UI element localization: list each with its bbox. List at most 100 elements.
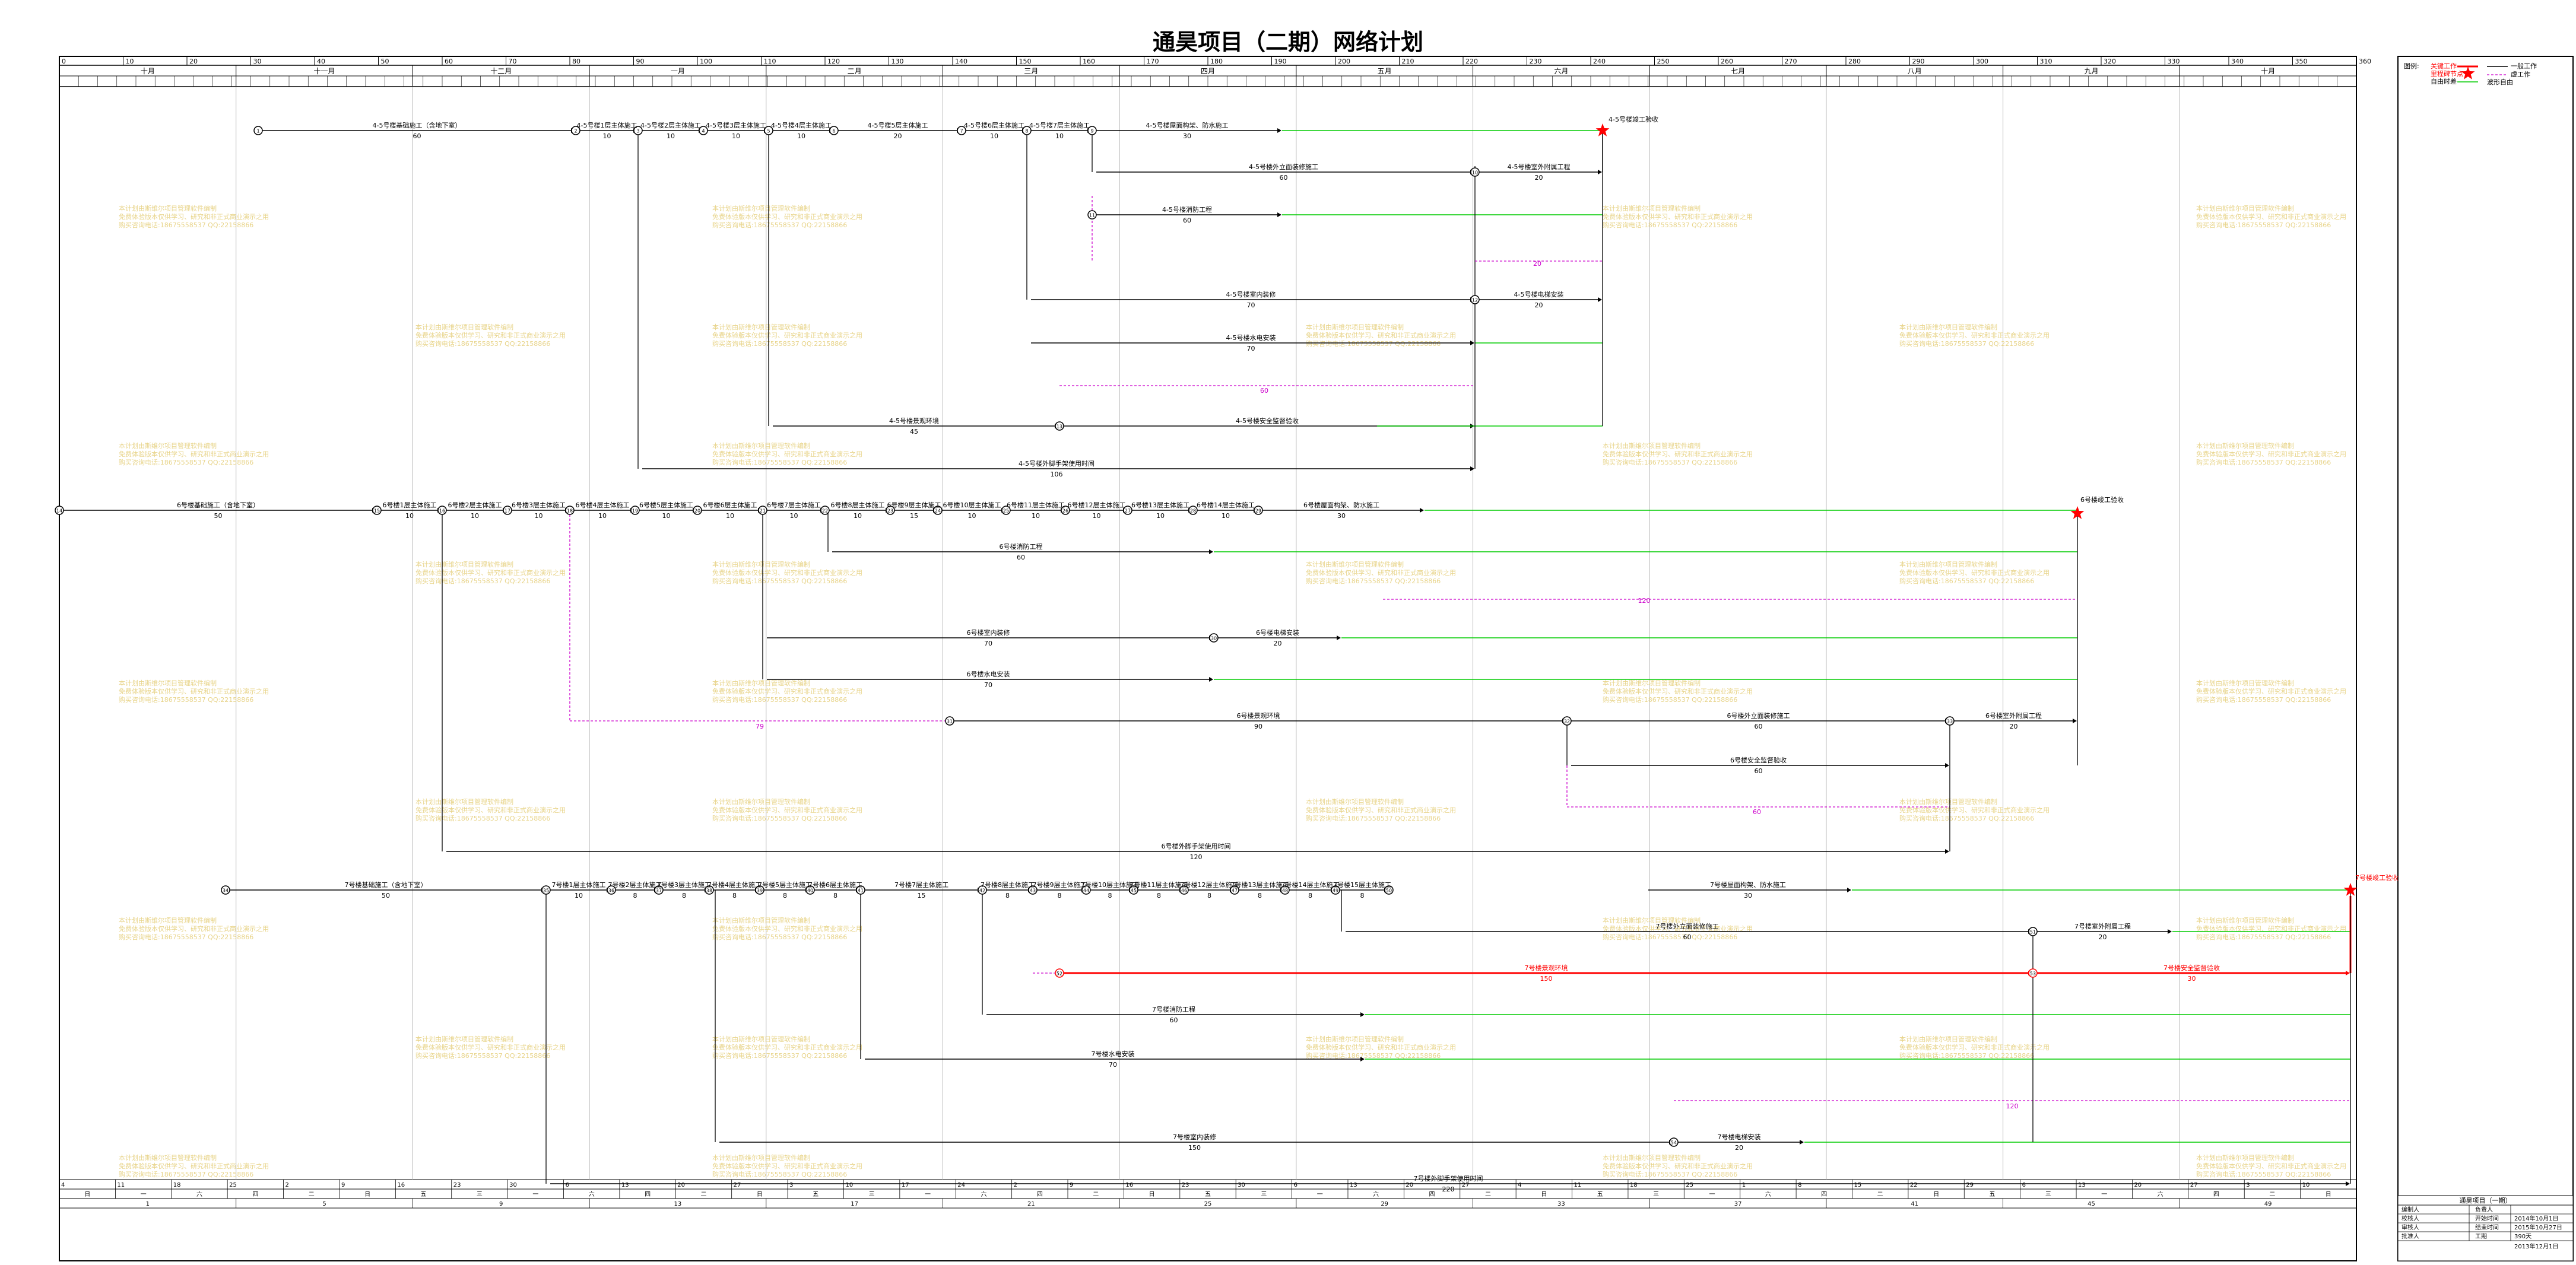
watermark-text: 本计划由斯维尔项目管理软件编制 <box>712 916 810 924</box>
weekday-label: 四 <box>1429 1191 1435 1198</box>
event-node-number: 29 <box>1255 508 1261 514</box>
activity-label: 4-5号楼4层主体施工 <box>771 121 832 129</box>
watermark-text: 购买咨询电话:18675558537 QQ:22158866 <box>415 1051 550 1060</box>
activity-label: 4-5号楼3层主体施工 <box>706 121 766 129</box>
activity-label: 4-5号楼屋面构架、防水施工 <box>1146 121 1229 129</box>
virtual-duration: 60 <box>1260 387 1268 395</box>
activity-label: 7号楼电梯安装 <box>1718 1133 1761 1141</box>
watermark-text: 免费体验版本仅供学习、研究和非正式商业演示之用 <box>1603 450 1753 458</box>
top-tick-label: 240 <box>1593 58 1606 65</box>
activity-label: 6号楼8层主体施工 <box>831 501 885 509</box>
activity-label: 4-5号楼外立面装修施工 <box>1249 163 1318 171</box>
watermark-text: 免费体验版本仅供学习、研究和非正式商业演示之用 <box>712 212 862 221</box>
arrow-head <box>2168 929 2172 934</box>
info-start: 2014年10月1日 <box>2514 1215 2559 1222</box>
bottom-tick-label: 8 <box>1798 1182 1801 1188</box>
weekday-label: 日 <box>2326 1191 2331 1198</box>
activity-duration: 10 <box>1222 512 1230 520</box>
watermark-text: 免费体验版本仅供学习、研究和非正式商业演示之用 <box>712 687 862 695</box>
activity-label: 6号楼景观环境 <box>1237 711 1280 720</box>
activity-duration: 70 <box>984 640 992 647</box>
milestone-label: 4-5号楼竣工验收 <box>1609 115 1658 123</box>
activity-label: 6号楼6层主体施工 <box>703 501 757 509</box>
watermark-text: 本计划由斯维尔项目管理软件编制 <box>119 1153 217 1162</box>
weekday-label: 六 <box>589 1191 595 1198</box>
activity-duration: 8 <box>682 892 686 900</box>
watermark-text: 本计划由斯维尔项目管理软件编制 <box>119 204 217 212</box>
top-tick-label: 120 <box>827 58 840 65</box>
activity-label: 7号楼7层主体施工 <box>894 881 948 889</box>
month-label: 一月 <box>671 67 685 75</box>
top-tick-label: 20 <box>189 58 198 65</box>
watermark-text: 购买咨询电话:18675558537 QQ:22158866 <box>1603 933 1737 941</box>
event-node-number: 52 <box>1057 971 1062 977</box>
legend-label: 图例: <box>2404 62 2419 70</box>
watermark-text: 本计划由斯维尔项目管理软件编制 <box>415 1035 513 1043</box>
top-tick-label: 150 <box>1019 58 1032 65</box>
week-label: 33 <box>1557 1201 1565 1207</box>
activity-duration: 60 <box>1755 723 1763 730</box>
top-tick-label: 290 <box>1912 58 1925 65</box>
event-node-number: 14 <box>56 508 62 514</box>
top-tick-label: 100 <box>700 58 712 65</box>
weekday-label: 日 <box>1541 1191 1547 1198</box>
bottom-tick-label: 9 <box>341 1182 345 1188</box>
activity-label: 6号楼1层主体施工 <box>383 501 437 509</box>
bottom-tick-label: 24 <box>957 1182 965 1188</box>
watermark-text: 本计划由斯维尔项目管理软件编制 <box>119 441 217 450</box>
watermark-text: 本计划由斯维尔项目管理软件编制 <box>1306 797 1404 806</box>
week-label: 5 <box>322 1201 326 1207</box>
activity-label: 6号楼外立面装修施工 <box>1727 711 1790 720</box>
watermark-text: 购买咨询电话:18675558537 QQ:22158866 <box>1306 577 1441 585</box>
watermark-text: 免费体验版本仅供学习、研究和非正式商业演示之用 <box>1899 1043 2050 1051</box>
watermark-text: 本计划由斯维尔项目管理软件编制 <box>2196 441 2294 450</box>
top-tick-label: 10 <box>126 58 134 65</box>
bottom-tick-label: 6 <box>566 1182 569 1188</box>
activity-duration: 30 <box>1744 892 1752 900</box>
bottom-tick-label: 27 <box>2190 1182 2198 1188</box>
bottom-tick-label: 11 <box>1574 1182 1582 1188</box>
weekday-label: 三 <box>2045 1191 2051 1198</box>
watermark-text: 免费体验版本仅供学习、研究和非正式商业演示之用 <box>1306 806 1456 814</box>
activity-duration: 8 <box>1005 892 1010 900</box>
activity-label: 7号楼11层主体施工 <box>1130 881 1188 889</box>
weekday-label: 六 <box>981 1191 986 1198</box>
top-tick-label: 330 <box>2168 58 2180 65</box>
top-tick-label: 60 <box>445 58 453 65</box>
arrow-head <box>1337 635 1341 640</box>
legend-milestone-text: 里程碑节点 <box>2431 70 2463 78</box>
watermark-text: 免费体验版本仅供学习、研究和非正式商业演示之用 <box>1899 331 2050 339</box>
watermark-text: 免费体验版本仅供学习、研究和非正式商业演示之用 <box>712 450 862 458</box>
activity-label: 4-5号楼室外附属工程 <box>1508 163 1571 171</box>
legend-virtual-text: 虚工作 <box>2511 71 2530 78</box>
activity-duration: 60 <box>1183 217 1191 224</box>
activity-label: 7号楼基础施工（含地下室） <box>345 881 427 889</box>
activity-duration: 10 <box>990 132 998 140</box>
week-label: 9 <box>499 1201 503 1207</box>
weekday-label: 一 <box>1317 1191 1323 1198</box>
activity-duration: 15 <box>918 892 926 900</box>
watermark-text: 购买咨询电话:18675558537 QQ:22158866 <box>1899 814 2034 822</box>
bottom-tick-label: 2 <box>285 1182 289 1188</box>
activity-label: 7号楼室内装修 <box>1173 1133 1216 1141</box>
bottom-tick-label: 27 <box>1462 1182 1470 1188</box>
watermark-text: 购买咨询电话:18675558537 QQ:22158866 <box>119 221 253 229</box>
watermark-text: 本计划由斯维尔项目管理软件编制 <box>415 323 513 331</box>
watermark-text: 免费体验版本仅供学习、研究和非正式商业演示之用 <box>119 687 269 695</box>
watermark-text: 本计划由斯维尔项目管理软件编制 <box>712 1153 810 1162</box>
chart-frame <box>59 56 2357 1261</box>
activity-label: 6号楼9层主体施工 <box>887 501 941 509</box>
watermark-text: 本计划由斯维尔项目管理软件编制 <box>1899 323 1997 331</box>
month-label: 六月 <box>1554 67 1568 75</box>
event-node-number: 11 <box>1089 213 1095 218</box>
activity-label: 6号楼12层主体施工 <box>1068 501 1126 509</box>
activity-label: 7号楼12层主体施工 <box>1181 881 1239 889</box>
event-node-number: 35 <box>543 888 549 894</box>
activity-label: 4-5号楼2层主体施工 <box>640 121 701 129</box>
top-tick-label: 360 <box>2359 58 2371 65</box>
bottom-tick-label: 10 <box>2302 1182 2310 1188</box>
watermark-text: 购买咨询电话:18675558537 QQ:22158866 <box>1306 339 1441 348</box>
bottom-tick-label: 23 <box>453 1182 461 1188</box>
watermark-text: 购买咨询电话:18675558537 QQ:22158866 <box>415 339 550 348</box>
watermark-text: 本计划由斯维尔项目管理软件编制 <box>1899 797 1997 806</box>
